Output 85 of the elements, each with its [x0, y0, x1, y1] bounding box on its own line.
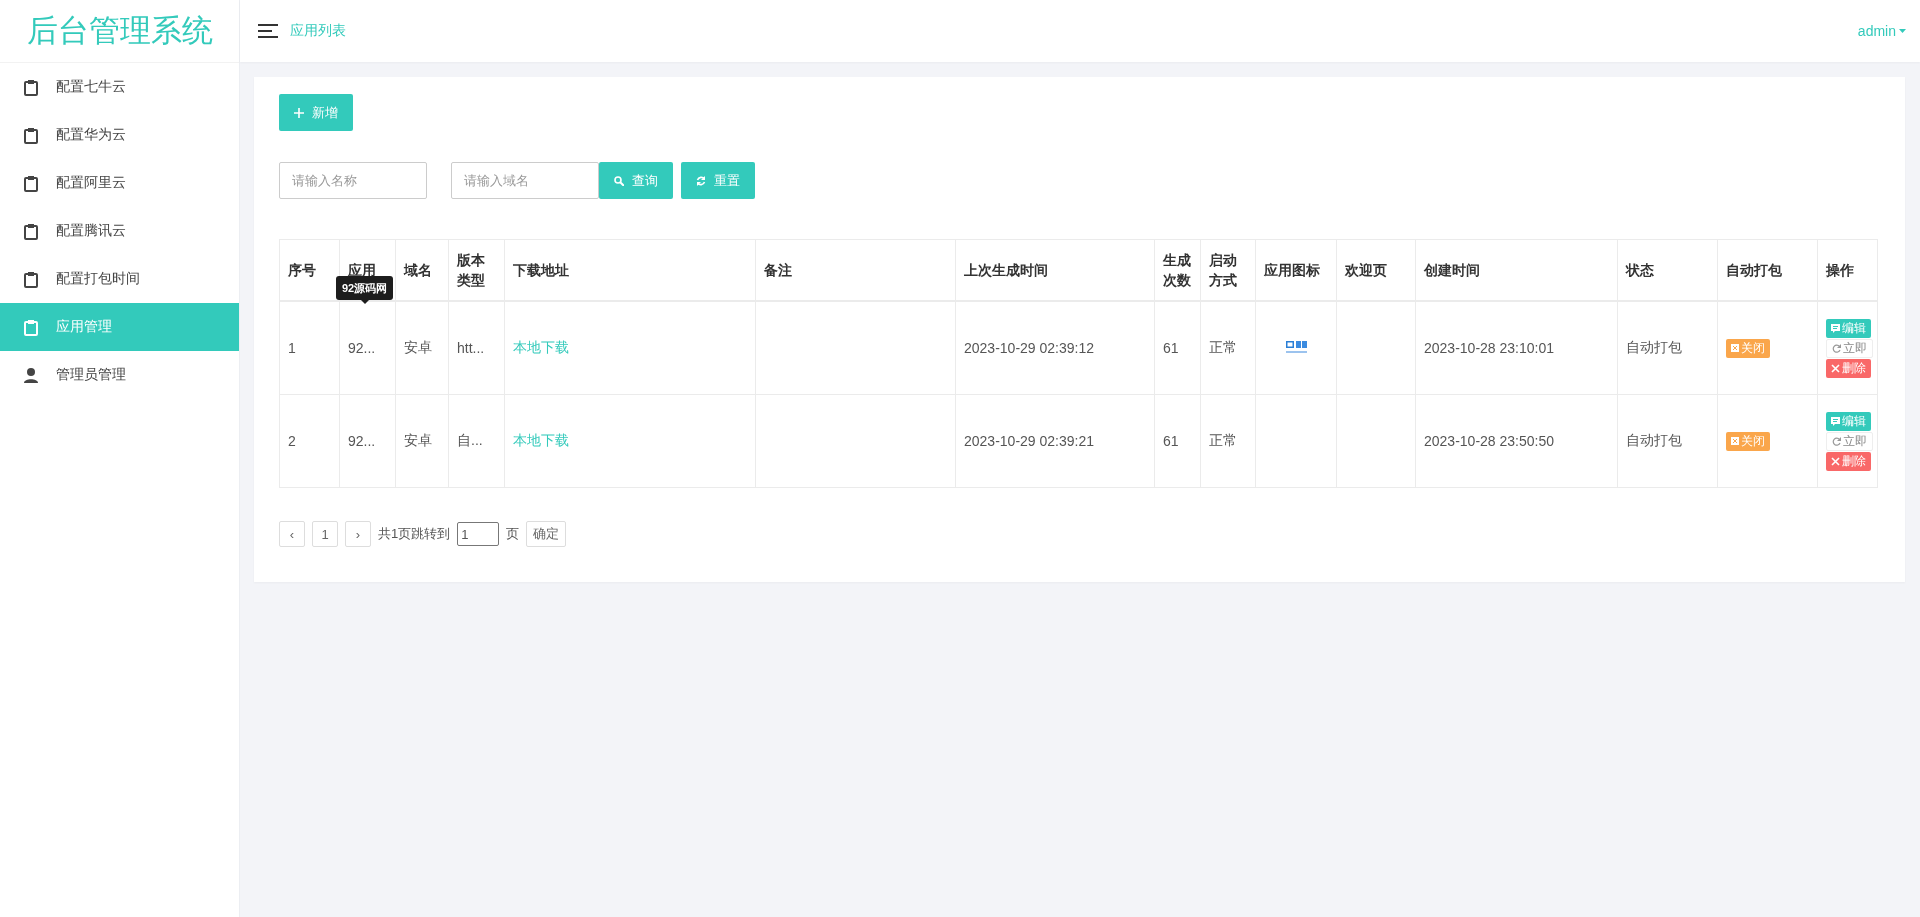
download-link[interactable]: 本地下载	[513, 432, 569, 448]
table-cell-text: 1	[288, 340, 296, 356]
column-header: 域名	[404, 262, 432, 278]
table-cell-text: 自...	[457, 432, 483, 448]
user-icon	[23, 366, 39, 384]
clipboard-icon	[23, 318, 39, 336]
table-cell-text: 正常	[1209, 339, 1237, 355]
column-header: 自动打包	[1726, 262, 1782, 278]
sidebar-item[interactable]: 配置阿里云	[0, 159, 239, 207]
comment-icon	[1831, 416, 1840, 426]
clipboard-icon	[23, 126, 39, 144]
close-icon	[1831, 456, 1840, 466]
sidebar-item[interactable]: 配置打包时间	[0, 255, 239, 303]
edit-button[interactable]: 编辑	[1826, 318, 1871, 338]
search-button[interactable]: 查询	[599, 162, 673, 199]
toggle-button[interactable]: 关闭	[1726, 338, 1770, 358]
toggle-button[interactable]: 关闭	[1726, 431, 1770, 451]
refresh-icon	[1832, 343, 1841, 353]
column-header: 状态	[1626, 262, 1654, 278]
clipboard-icon	[23, 270, 39, 288]
column-header: 生成次数	[1163, 252, 1191, 288]
download-link[interactable]: 本地下载	[513, 339, 569, 355]
table-cell-text: 2023-10-29 02:39:12	[964, 340, 1094, 356]
delete-button[interactable]: 删除	[1826, 451, 1871, 471]
page-button[interactable]: 1	[312, 521, 338, 547]
column-header: 下载地址	[513, 262, 569, 278]
table-cell-text: 安卓	[404, 339, 432, 355]
sidebar-item[interactable]: 应用管理	[0, 303, 239, 351]
column-header: 上次生成时间	[964, 262, 1048, 278]
confirm-button[interactable]: 确定	[526, 521, 567, 547]
page-total-text: 共1页跳转到	[378, 525, 451, 543]
name-field[interactable]: 请输入名称	[279, 162, 427, 199]
sidebar-item[interactable]: 管理员管理	[0, 351, 239, 399]
menu-icon	[258, 23, 278, 39]
run-button[interactable]: 立即	[1826, 338, 1873, 358]
plus-icon	[294, 107, 304, 118]
table-cell-text: 2	[288, 433, 296, 449]
column-header: 启动方式	[1209, 252, 1237, 288]
search-icon	[614, 175, 624, 186]
column-header: 序号	[288, 262, 316, 278]
table-cell-text: 自动打包	[1626, 432, 1682, 448]
run-button[interactable]: 立即	[1826, 431, 1873, 451]
close-box-icon	[1731, 437, 1739, 445]
column-header: 应用图标	[1264, 262, 1320, 278]
edit-button[interactable]: 编辑	[1826, 411, 1871, 431]
table-cell-text: 92...	[348, 433, 376, 449]
next-page-button[interactable]: ›	[345, 521, 371, 547]
table-cell-text: 92...	[348, 340, 376, 356]
table-cell-text: htt...	[457, 340, 485, 356]
clipboard-icon	[23, 78, 39, 96]
table-cell-text: 安卓	[404, 432, 432, 448]
previous-page-button[interactable]: ‹	[279, 521, 305, 547]
caret-icon	[1899, 29, 1906, 33]
close-box-icon	[1731, 344, 1739, 352]
clipboard-icon	[23, 222, 39, 240]
sidebar-item[interactable]: 配置七牛云	[0, 63, 239, 111]
column-header: 备注	[764, 262, 792, 278]
user-menu[interactable]: admin	[1857, 23, 1906, 39]
reset-button[interactable]: 重置	[681, 162, 755, 199]
column-header: 创建时间	[1424, 262, 1480, 278]
column-header: 版本类型	[457, 252, 485, 288]
clipboard-icon	[23, 174, 39, 192]
sidebar-item[interactable]: 配置华为云	[0, 111, 239, 159]
column-header: 欢迎页	[1345, 262, 1387, 278]
comment-icon	[1831, 323, 1840, 333]
table-cell-text: 2023-10-29 02:39:21	[964, 433, 1094, 449]
delete-button[interactable]: 删除	[1826, 358, 1871, 378]
column-header: 应用	[348, 262, 376, 278]
refresh-icon	[696, 175, 706, 186]
refresh-icon	[1832, 436, 1841, 446]
table-cell-text: 2023-10-28 23:50:50	[1424, 433, 1554, 449]
table-cell-text: 61	[1163, 433, 1179, 449]
table-cell-text: 2023-10-28 23:10:01	[1424, 340, 1554, 356]
column-header: 操作	[1826, 262, 1854, 278]
table-cell-text: 自动打包	[1626, 339, 1682, 355]
sidebar-item[interactable]: 配置腾讯云	[0, 207, 239, 255]
domain-field[interactable]: 请输入域名	[451, 162, 599, 199]
app-logo: 后台管理系统	[0, 0, 239, 63]
table-cell-text: 61	[1163, 340, 1179, 356]
page-jump-field[interactable]: 1	[457, 522, 500, 546]
page-unit-text: 页	[506, 525, 520, 543]
table-cell-text: 正常	[1209, 432, 1237, 448]
add-button[interactable]: 新增	[279, 94, 353, 131]
close-icon	[1831, 363, 1840, 373]
page-title: 应用列表	[290, 22, 346, 40]
